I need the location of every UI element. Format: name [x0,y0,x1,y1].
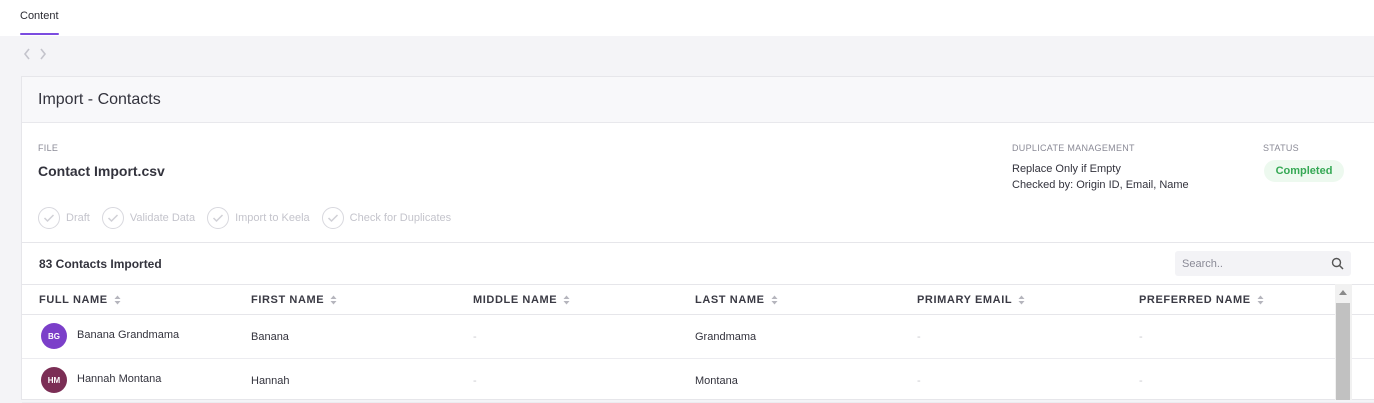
col-header-last-name[interactable]: LAST NAME [695,294,778,306]
duplicate-checked-by: Checked by: Origin ID, Email, Name [1012,179,1189,191]
import-steps: Draft Validate Data Import to Keela Chec… [38,207,463,229]
card-header: Import - Contacts [22,77,1374,123]
cell-first-name: Banana [251,331,289,343]
sort-icon [771,295,778,305]
cell-primary-email: - [917,331,921,343]
step-draft: Draft [38,207,90,229]
avatar: BG [41,323,67,349]
imported-count: 83 Contacts Imported [39,257,162,271]
col-header-preferred-name[interactable]: PREFERRED NAME [1139,294,1264,306]
search-input[interactable] [1175,251,1315,276]
file-label: FILE [38,143,59,153]
top-tab-bar: Content [0,0,1374,36]
col-header-full-name[interactable]: FULL NAME [39,294,121,306]
chevron-left-icon[interactable] [22,47,32,61]
sort-icon [114,295,121,305]
step-label: Check for Duplicates [349,212,452,224]
check-icon [38,207,60,229]
duplicate-management-label: DUPLICATE MANAGEMENT [1012,143,1135,153]
import-info: FILE Contact Import.csv Draft Validate D… [22,123,1374,243]
cell-last-name: Montana [695,375,738,387]
search-box [1175,251,1351,276]
table-header: FULL NAME FIRST NAME MIDDLE NAME LAST NA… [22,285,1374,315]
search-icon[interactable] [1331,257,1344,270]
tab-label: Content [20,10,59,22]
table-scrollbar[interactable] [1335,284,1352,400]
cell-primary-email: - [917,375,921,387]
col-header-primary-email[interactable]: PRIMARY EMAIL [917,294,1025,306]
col-header-first-name[interactable]: FIRST NAME [251,294,337,306]
check-icon [101,207,124,229]
table-row[interactable]: HM Hannah Montana Hannah - Montana - - [22,359,1374,403]
step-label: Validate Data [129,212,196,224]
history-nav [22,47,48,61]
page-title: Import - Contacts [38,90,161,108]
status-badge: Completed [1264,160,1344,182]
cell-middle-name: - [473,375,477,387]
active-tab-indicator [20,33,59,35]
cell-preferred-name: - [1139,331,1143,343]
cell-preferred-name: - [1139,375,1143,387]
status-label: STATUS [1263,143,1299,153]
cell-full-name[interactable]: Banana Grandmama [77,329,179,341]
table-row[interactable]: BG Banana Grandmama Banana - Grandmama -… [22,315,1374,359]
step-label: Import to Keela [235,212,310,224]
cell-full-name[interactable]: Hannah Montana [77,373,161,385]
tab-content[interactable]: Content [20,0,59,36]
check-icon [207,207,230,229]
step-check-for-duplicates: Check for Duplicates [321,207,452,229]
step-validate-data: Validate Data [101,207,196,229]
cell-first-name: Hannah [251,375,290,387]
contacts-table: FULL NAME FIRST NAME MIDDLE NAME LAST NA… [22,285,1374,403]
scrollbar-thumb[interactable] [1336,303,1350,400]
sort-icon [1018,295,1025,305]
duplicate-rule: Replace Only if Empty [1012,163,1121,175]
sort-icon [1257,295,1264,305]
step-label: Draft [66,212,90,224]
col-header-middle-name[interactable]: MIDDLE NAME [473,294,570,306]
sort-icon [330,295,337,305]
cell-last-name: Grandmama [695,331,757,343]
step-import-to-keela: Import to Keela [207,207,310,229]
list-header: 83 Contacts Imported [22,243,1374,285]
avatar: HM [41,367,67,393]
file-name: Contact Import.csv [38,163,165,179]
sort-icon [563,295,570,305]
import-card: Import - Contacts FILE Contact Import.cs… [21,76,1374,403]
chevron-right-icon[interactable] [38,47,48,61]
cell-middle-name: - [473,331,477,343]
scroll-up-arrow[interactable] [1339,290,1347,295]
check-icon [321,207,344,229]
